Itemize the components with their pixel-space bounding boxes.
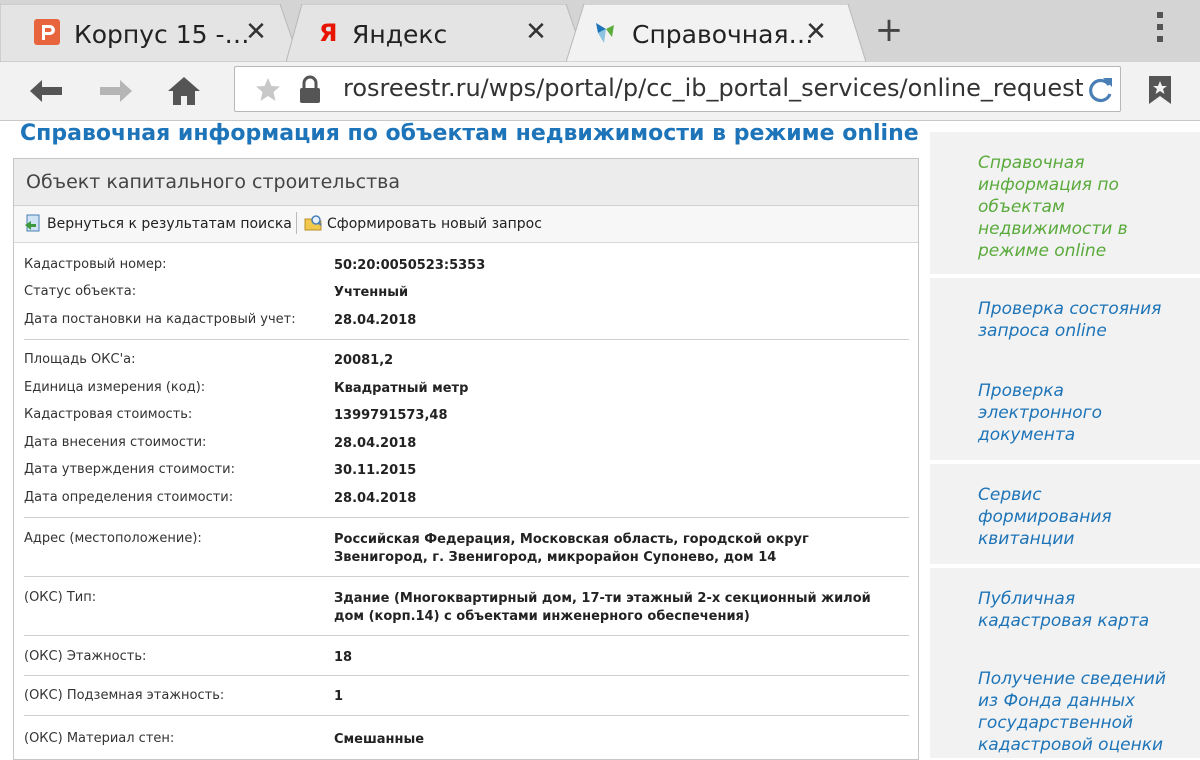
panel-title: Объект капитального строительства <box>26 171 401 193</box>
return-icon <box>25 214 40 232</box>
close-tab-icon[interactable]: ✕ <box>242 18 270 46</box>
tab-strip: Корпус 15 -… ✕ Я Яндекс ✕ Справочная… ✕ … <box>0 0 1200 62</box>
action-bar: Вернуться к результатам поиска Сформиров… <box>14 206 918 243</box>
row-label: Дата утверждения стоимости: <box>24 462 236 477</box>
action-separator <box>296 212 297 234</box>
close-tab-icon[interactable]: ✕ <box>802 18 830 46</box>
tab-title: Яндекс <box>352 20 448 49</box>
sidebar-item-online-info[interactable]: Справочная информация по объектам недвиж… <box>930 132 1200 274</box>
row-label: Адрес (местоположение): <box>24 531 202 546</box>
new-tab-button[interactable]: + <box>872 13 906 48</box>
row-divider <box>24 675 909 676</box>
svg-text:Я: Я <box>319 19 337 45</box>
services-sidebar: Справочная информация по объектам недвиж… <box>930 128 1200 758</box>
menu-icon[interactable] <box>1150 12 1170 52</box>
row-value: 1399791573,48 <box>334 408 448 423</box>
sidebar-item-label[interactable]: Справочная информация по объектам недвиж… <box>978 152 1178 262</box>
row-value: 28.04.2018 <box>334 436 417 451</box>
row-label: Площадь ОКС'a: <box>24 352 136 367</box>
url-text: rosreestr.ru/wps/portal/p/cc_ib_portal_s… <box>343 74 1083 102</box>
star-icon[interactable] <box>255 77 281 103</box>
close-tab-icon[interactable]: ✕ <box>522 18 550 46</box>
row-value: 1 <box>334 689 344 704</box>
sidebar-item-label[interactable]: Проверка электронного документа <box>978 380 1178 446</box>
row-label: (ОКС) Подземная этажность: <box>24 688 225 703</box>
row-label: (ОКС) Материал стен: <box>24 731 175 746</box>
presentation-icon <box>34 19 60 45</box>
row-value: 28.04.2018 <box>334 491 417 506</box>
row-label: (ОКС) Этажность: <box>24 649 147 664</box>
new-request-link[interactable]: Сформировать новый запрос <box>304 214 542 232</box>
row-value: Квадратный метр <box>334 381 469 396</box>
sidebar-item-document-check[interactable]: Проверка электронного документа <box>930 360 1200 460</box>
row-divider <box>24 635 909 636</box>
sidebar-item-label[interactable]: Публичная кадастровая карта <box>978 588 1178 632</box>
row-label: Дата определения стоимости: <box>24 490 234 505</box>
browser-toolbar: rosreestr.ru/wps/portal/p/cc_ib_portal_s… <box>0 62 1200 121</box>
object-panel: Объект капитального строительства Вернут… <box>13 158 919 760</box>
tab-yandex[interactable]: Я Яндекс ✕ <box>286 4 586 62</box>
row-value: 28.04.2018 <box>334 313 417 328</box>
row-divider <box>24 339 909 340</box>
row-divider <box>24 715 909 716</box>
row-label: Кадастровая стоимость: <box>24 407 193 422</box>
forward-arrow-icon[interactable] <box>98 74 134 108</box>
home-icon[interactable] <box>166 74 202 108</box>
row-label: Дата постановки на кадастровый учет: <box>24 312 296 327</box>
row-value: Учтенный <box>334 285 409 300</box>
row-value: 50:20:0050523:5353 <box>334 258 486 273</box>
tab-title: Справочная… <box>632 20 814 49</box>
new-request-icon <box>304 215 322 231</box>
rosreestr-icon <box>592 19 618 45</box>
bookmark-icon[interactable] <box>1146 75 1174 105</box>
row-value: 20081,2 <box>334 353 394 368</box>
tab-title: Корпус 15 -… <box>74 20 250 49</box>
row-label: Статус объекта: <box>24 284 137 299</box>
tab-korpus[interactable]: Корпус 15 -… ✕ <box>0 4 300 62</box>
row-label: (ОКС) Тип: <box>24 590 97 605</box>
row-label: Единица измерения (код): <box>24 380 206 395</box>
back-arrow-icon[interactable] <box>28 74 64 108</box>
row-divider <box>24 576 909 577</box>
row-divider <box>24 517 909 518</box>
lock-icon <box>300 75 320 103</box>
reload-icon[interactable] <box>1085 75 1115 105</box>
page-title: Справочная информация по объектам недвиж… <box>20 121 919 146</box>
row-value: Смешанные <box>334 732 425 747</box>
row-label: Кадастровый номер: <box>24 257 167 272</box>
panel-header: Объект капитального строительства <box>14 159 918 206</box>
row-value: 18 <box>334 650 353 665</box>
row-value: Здание (Многоквартирный дом, 17-ти этажн… <box>334 591 871 624</box>
sidebar-item-receipt-service[interactable]: Сервис формирования квитанции <box>930 464 1200 564</box>
tab-rosreestr[interactable]: Справочная… ✕ <box>566 4 866 62</box>
yandex-icon: Я <box>314 19 340 47</box>
row-value: 30.11.2015 <box>334 463 417 478</box>
address-bar[interactable]: rosreestr.ru/wps/portal/p/cc_ib_portal_s… <box>234 66 1121 112</box>
back-to-results-link[interactable]: Вернуться к результатам поиска <box>24 214 292 232</box>
sidebar-item-label[interactable]: Проверка состояния запроса online <box>978 298 1178 342</box>
row-label: Дата внесения стоимости: <box>24 435 207 450</box>
sidebar-item-label[interactable]: Сервис формирования квитанции <box>978 484 1178 550</box>
sidebar-item-label[interactable]: Получение сведений из Фонда данных госуд… <box>978 668 1178 756</box>
row-value: Российская Федерация, Московская область… <box>334 532 809 565</box>
sidebar-item-valuation-fund[interactable]: Получение сведений из Фонда данных госуд… <box>930 648 1200 758</box>
sidebar-item-cadastral-map[interactable]: Публичная кадастровая карта <box>930 568 1200 660</box>
